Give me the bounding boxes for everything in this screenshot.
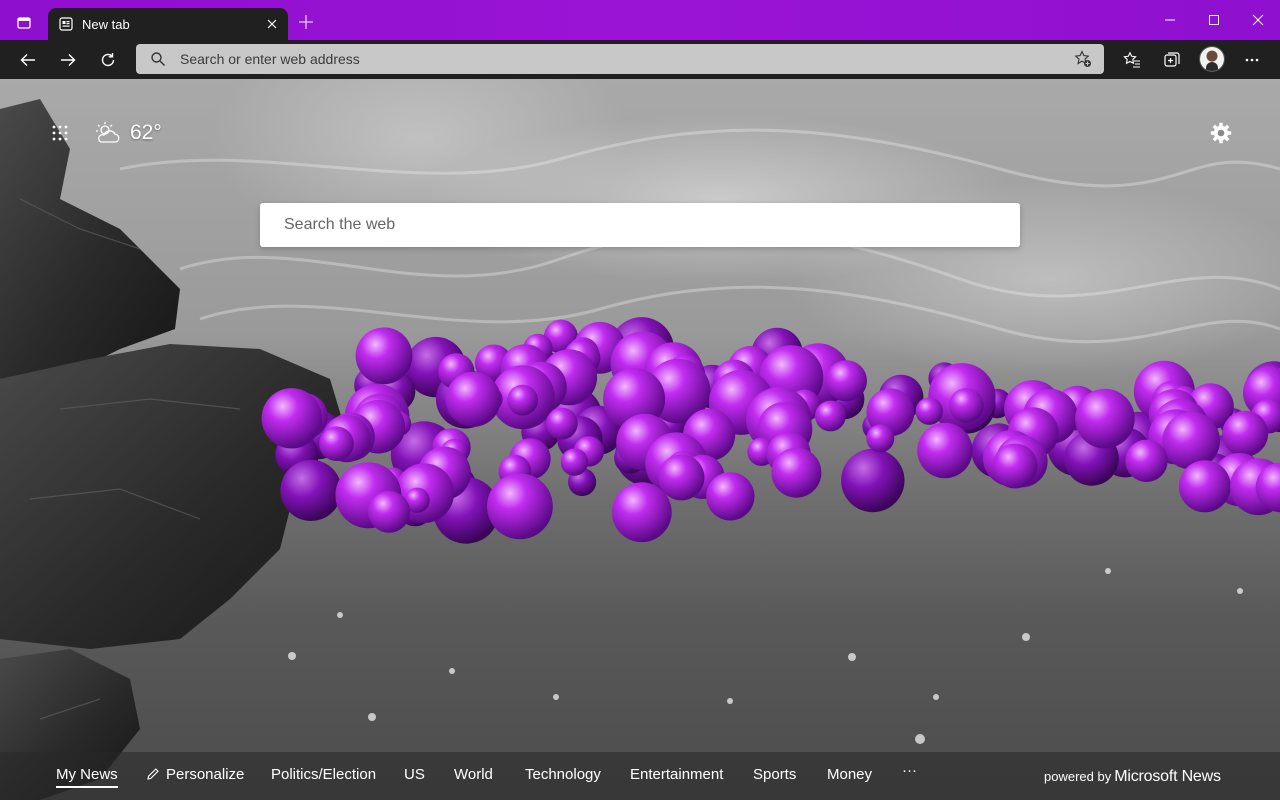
maximize-button[interactable] bbox=[1202, 8, 1226, 32]
news-more-button[interactable]: ··· bbox=[902, 762, 917, 779]
news-tab-technology[interactable]: Technology bbox=[525, 766, 601, 783]
balloon bbox=[866, 424, 895, 453]
app-launcher-grid-icon bbox=[52, 125, 68, 141]
partly-cloudy-icon bbox=[96, 122, 120, 143]
balloon bbox=[815, 400, 846, 432]
balloon bbox=[1075, 388, 1135, 449]
balloon bbox=[915, 397, 943, 425]
address-bar[interactable]: Search or enter web address bbox=[136, 44, 1104, 74]
collections-button[interactable] bbox=[1160, 48, 1184, 72]
powered-by-text: powered by bbox=[1044, 769, 1112, 784]
balloon bbox=[949, 388, 984, 423]
close-icon bbox=[267, 19, 277, 29]
address-input[interactable]: Search or enter web address bbox=[180, 51, 360, 67]
balloon bbox=[280, 459, 342, 521]
news-tab-sports[interactable]: Sports bbox=[753, 766, 796, 783]
close-window-icon bbox=[1252, 14, 1264, 26]
close-tab-button[interactable] bbox=[264, 16, 280, 32]
refresh-button[interactable] bbox=[96, 48, 120, 72]
back-arrow-icon bbox=[20, 54, 35, 66]
refresh-icon bbox=[101, 53, 115, 67]
page-settings-button[interactable] bbox=[1208, 120, 1234, 146]
news-tab-politics-election[interactable]: Politics/Election bbox=[271, 766, 376, 783]
news-tab-my-news[interactable]: My News bbox=[56, 766, 118, 788]
maximize-icon bbox=[1209, 15, 1219, 25]
avatar[interactable] bbox=[1200, 47, 1224, 71]
balloon bbox=[841, 448, 905, 513]
browser-window: New tab Search or enter web address 62° … bbox=[0, 0, 1280, 800]
news-tab-personalize-label: Personalize bbox=[166, 766, 245, 783]
balloon bbox=[825, 360, 868, 402]
microsoft-news-brand: Microsoft News bbox=[1114, 768, 1221, 785]
balloon bbox=[1222, 410, 1269, 457]
add-favorite-star-icon[interactable] bbox=[1074, 50, 1092, 68]
balloon bbox=[487, 473, 553, 540]
balloon-garland bbox=[261, 317, 1280, 544]
balloon bbox=[917, 422, 973, 479]
favorites-button[interactable] bbox=[1120, 48, 1144, 72]
balloon bbox=[1178, 460, 1231, 513]
balloon bbox=[546, 407, 578, 440]
close-window-button[interactable] bbox=[1246, 8, 1270, 32]
favorites-icon bbox=[1123, 51, 1140, 68]
collections-icon bbox=[1164, 52, 1180, 67]
balloon bbox=[368, 491, 410, 533]
tab-new-tab[interactable]: New tab bbox=[48, 8, 288, 40]
minimize-icon bbox=[1165, 19, 1175, 21]
tab-title: New tab bbox=[82, 16, 130, 32]
news-tab-personalize[interactable]: Personalize bbox=[146, 766, 244, 783]
background-image bbox=[0, 99, 1280, 800]
balloon bbox=[611, 482, 672, 543]
balloon bbox=[1125, 439, 1168, 482]
news-tab-money[interactable]: Money bbox=[827, 766, 872, 783]
balloon bbox=[706, 472, 755, 521]
title-bar: New tab bbox=[0, 0, 1280, 40]
balloon bbox=[319, 426, 354, 462]
gear-icon bbox=[1210, 122, 1232, 144]
news-tab-entertainment[interactable]: Entertainment bbox=[630, 766, 723, 783]
balloon bbox=[445, 371, 501, 427]
toolbar: Search or enter web address bbox=[0, 40, 1280, 79]
tab-actions-icon bbox=[17, 17, 31, 29]
app-launcher-button[interactable] bbox=[48, 121, 72, 145]
weather-widget[interactable]: 62° bbox=[94, 119, 162, 147]
news-tab-us[interactable]: US bbox=[404, 766, 425, 783]
pencil-icon bbox=[147, 768, 159, 780]
web-search-box[interactable]: Search the web bbox=[260, 203, 1020, 247]
forward-button[interactable] bbox=[56, 48, 80, 72]
new-tab-page-icon bbox=[58, 16, 74, 32]
balloon bbox=[261, 388, 322, 449]
forward-arrow-icon bbox=[61, 54, 76, 66]
balloon bbox=[771, 447, 822, 498]
minimize-button[interactable] bbox=[1158, 8, 1182, 32]
balloon bbox=[560, 448, 589, 476]
balloon bbox=[507, 384, 538, 416]
more-button[interactable] bbox=[1240, 48, 1264, 72]
news-navigation-bar: My News Personalize Politics/Election US… bbox=[0, 752, 1280, 800]
balloon bbox=[1162, 411, 1220, 470]
powered-by-label[interactable]: powered by Microsoft News bbox=[1044, 768, 1221, 786]
balloon bbox=[355, 327, 413, 385]
new-tab-button[interactable] bbox=[294, 10, 318, 34]
balloon bbox=[658, 454, 705, 501]
back-button[interactable] bbox=[16, 48, 40, 72]
news-tab-world[interactable]: World bbox=[454, 766, 493, 783]
plus-icon bbox=[299, 15, 313, 29]
weather-temperature: 62° bbox=[130, 121, 162, 144]
search-icon bbox=[151, 52, 165, 66]
tab-actions-button[interactable] bbox=[10, 9, 38, 37]
web-search-input[interactable]: Search the web bbox=[284, 216, 395, 234]
balloon bbox=[992, 443, 1038, 489]
more-icon bbox=[1245, 58, 1259, 62]
new-tab-page: 62° Search the web bbox=[0, 79, 1280, 800]
